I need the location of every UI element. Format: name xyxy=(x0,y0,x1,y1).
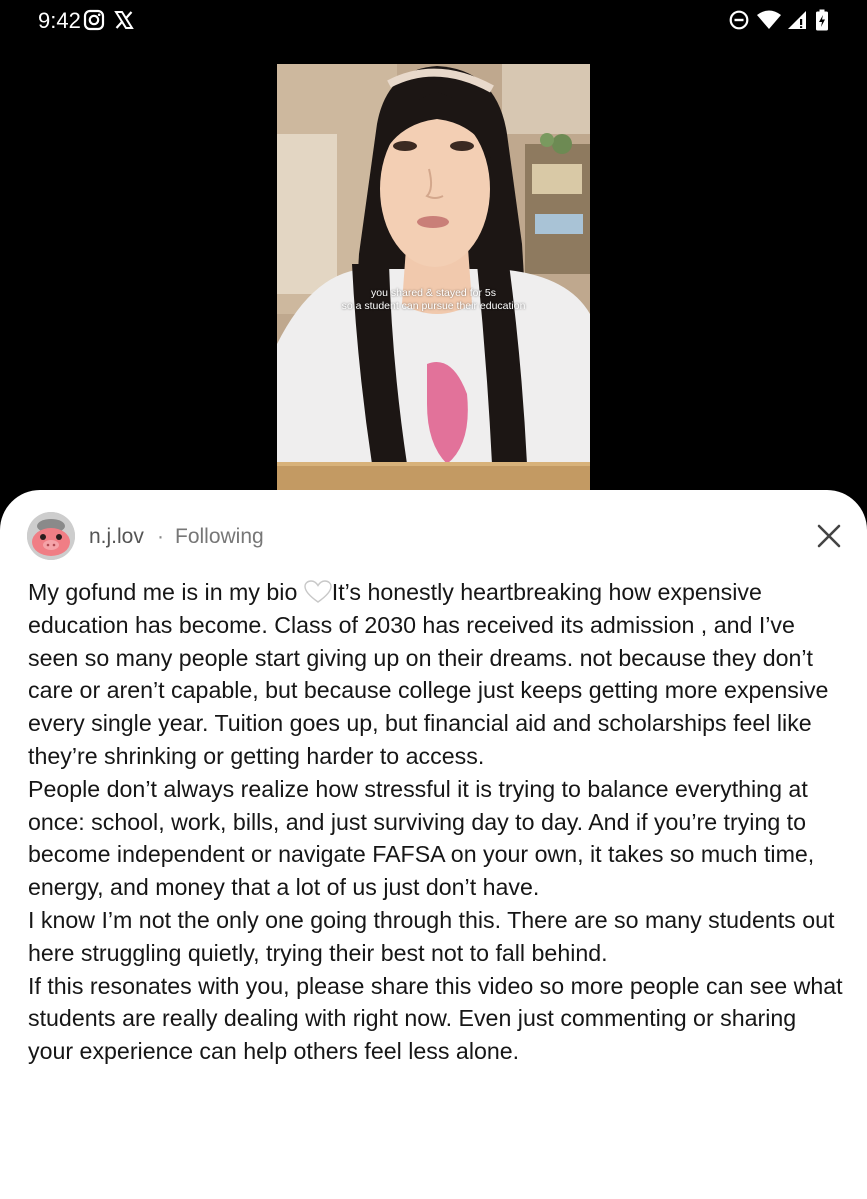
avatar-image xyxy=(27,512,75,560)
close-icon[interactable] xyxy=(811,518,847,554)
separator: · xyxy=(157,525,164,548)
battery-charging-icon xyxy=(816,9,828,31)
caption-paragraph-4: If this resonates with you, please share… xyxy=(28,972,843,1065)
video-player[interactable]: you shared & stayed for 5s so a student … xyxy=(277,64,590,490)
cellular-signal-icon xyxy=(788,11,806,29)
caption-paragraph-2: People don’t always realize how stressfu… xyxy=(28,775,815,901)
caption-paragraph-1: My gofund me is in my bio It’s honestly … xyxy=(28,576,843,773)
video-overlay-text: you shared & stayed for 5s so a student … xyxy=(277,287,590,313)
video-overlay-line-2: so a student can pursue their education xyxy=(341,300,526,312)
video-overlay-line-1: you shared & stayed for 5s xyxy=(371,287,496,299)
avatar[interactable] xyxy=(27,512,75,560)
video-thumbnail xyxy=(277,64,590,490)
caption-body-1: It’s honestly heartbreaking how expensiv… xyxy=(28,579,829,769)
wifi-icon xyxy=(757,10,781,29)
do-not-disturb-icon xyxy=(729,10,749,30)
x-logo-icon xyxy=(114,11,134,29)
caption-paragraph-3: I know I’m not the only one going throug… xyxy=(28,906,835,966)
caption-text: My gofund me is in my bio It’s honestly … xyxy=(28,576,843,1068)
follow-status[interactable]: Following xyxy=(175,525,264,549)
caption-intro: My gofund me is in my bio xyxy=(28,579,304,605)
caption-sheet: n.j.lov · Following My gofund me is in m… xyxy=(0,490,867,1199)
status-time: 9:42 xyxy=(38,8,81,33)
white-heart-icon xyxy=(304,580,332,603)
status-bar: 9:42 xyxy=(0,0,867,44)
username[interactable]: n.j.lov xyxy=(89,525,144,549)
post-header: n.j.lov · Following xyxy=(27,512,847,562)
instagram-icon xyxy=(83,9,105,31)
